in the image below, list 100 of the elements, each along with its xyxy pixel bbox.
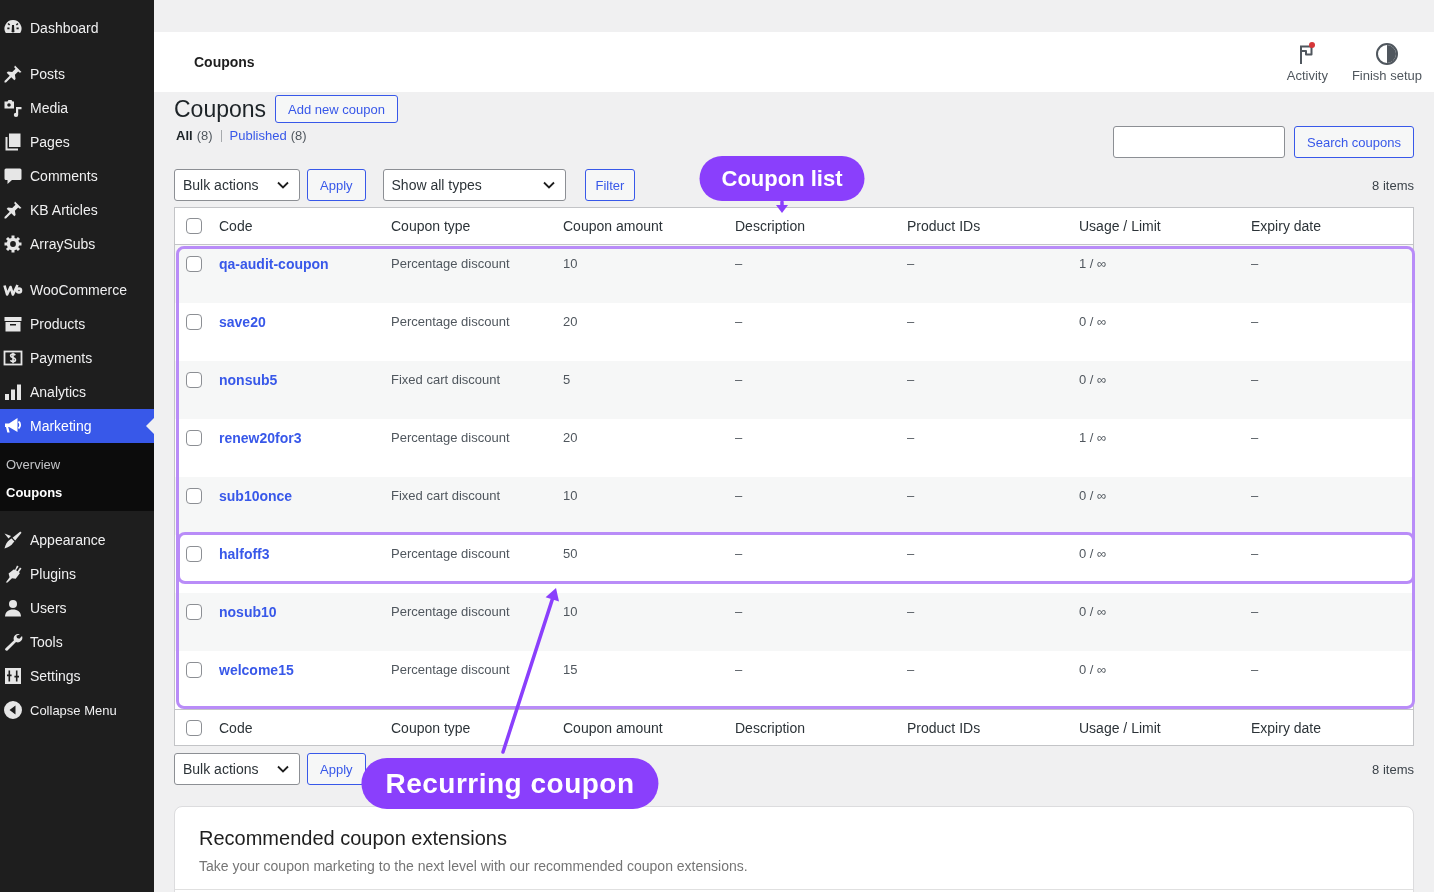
add-new-coupon-button[interactable]: Add new coupon bbox=[275, 95, 398, 123]
view-filter-link[interactable]: All bbox=[176, 127, 193, 145]
select-all-checkbox[interactable] bbox=[186, 719, 202, 736]
callout-arrow bbox=[776, 200, 788, 213]
row-checkbox[interactable] bbox=[186, 256, 202, 272]
half-circle-icon bbox=[1374, 41, 1399, 66]
row-checkbox[interactable] bbox=[186, 314, 202, 330]
table-cell: 1 / ∞ bbox=[1079, 255, 1107, 273]
table-cell: – bbox=[1251, 255, 1259, 273]
speech-bubble-icon bbox=[3, 166, 23, 186]
collapse-arrow-icon bbox=[3, 700, 23, 720]
sidebar-item[interactable]: Products bbox=[0, 307, 154, 341]
sidebar-item[interactable]: Settings bbox=[0, 659, 154, 693]
sidebar-item[interactable]: Dashboard bbox=[0, 11, 154, 45]
table-cell: – bbox=[735, 255, 743, 273]
row-checkbox[interactable] bbox=[186, 488, 202, 504]
sidebar-item[interactable]: WooCommerce bbox=[0, 273, 154, 307]
column-header: Coupon type bbox=[391, 719, 471, 736]
sidebar-item[interactable]: Marketing bbox=[0, 409, 154, 443]
coupon-code-link[interactable]: qa-audit-coupon bbox=[219, 256, 329, 272]
sidebar-item[interactable]: Comments bbox=[0, 159, 154, 193]
sidebar-item[interactable]: Posts bbox=[0, 57, 154, 91]
row-checkbox[interactable] bbox=[186, 662, 202, 678]
table-cell: 0 / ∞ bbox=[1079, 661, 1107, 679]
user-icon bbox=[3, 598, 23, 618]
camera-note-icon bbox=[3, 98, 23, 118]
table-cell: 20 bbox=[563, 429, 578, 447]
header-action-button[interactable]: Activity bbox=[1286, 41, 1328, 83]
table-cell: 5 bbox=[563, 371, 571, 389]
coupon-code-link[interactable]: sub10once bbox=[219, 488, 293, 504]
table-cell: – bbox=[907, 371, 915, 389]
callout-label: Coupon list bbox=[699, 156, 865, 201]
column-header: Code bbox=[219, 218, 253, 234]
sidebar-item[interactable]: Users bbox=[0, 591, 154, 625]
collapse-menu-button[interactable]: Collapse Menu bbox=[0, 693, 154, 727]
table-cell: – bbox=[907, 487, 915, 505]
row-checkbox[interactable] bbox=[186, 430, 202, 446]
search-field[interactable] bbox=[1113, 126, 1286, 158]
apply-button[interactable]: Apply bbox=[307, 753, 366, 785]
table-cell: 0 / ∞ bbox=[1079, 371, 1107, 389]
pages-icon bbox=[3, 132, 23, 152]
sidebar-item[interactable]: ArraySubs bbox=[0, 227, 154, 261]
sidebar-item[interactable]: Appearance bbox=[0, 523, 154, 557]
sliders-icon bbox=[3, 666, 23, 686]
table-cell: Fixed cart discount bbox=[391, 487, 501, 505]
gear-icon bbox=[3, 234, 23, 254]
callout-label: Recurring coupon bbox=[361, 758, 659, 809]
sidebar-item[interactable]: Pages bbox=[0, 125, 154, 159]
table-cell: – bbox=[1251, 371, 1259, 389]
column-header: Coupon amount bbox=[563, 719, 663, 736]
table-cell: 50 bbox=[563, 545, 578, 563]
card-description: Take your coupon marketing to the next level with our recommended coupon extensions. bbox=[199, 857, 749, 875]
apply-button[interactable]: Apply bbox=[307, 169, 366, 201]
bulk-actions-select[interactable]: Bulk actions bbox=[174, 169, 300, 201]
table-cell: – bbox=[907, 545, 915, 563]
bulk-actions-select[interactable]: Bulk actions bbox=[174, 753, 300, 785]
table-cell: – bbox=[907, 603, 915, 621]
row-checkbox[interactable] bbox=[186, 604, 202, 620]
table-cell: 0 / ∞ bbox=[1079, 313, 1107, 331]
table-cell: – bbox=[1251, 313, 1259, 331]
row-checkbox[interactable] bbox=[186, 546, 202, 562]
coupon-code-link[interactable]: nosub10 bbox=[219, 604, 277, 620]
header-action-button[interactable]: Finish setup bbox=[1351, 41, 1422, 83]
coupon-code-link[interactable]: save20 bbox=[219, 314, 266, 330]
sidebar-item[interactable]: Plugins bbox=[0, 557, 154, 591]
coupon-code-link[interactable]: renew20for3 bbox=[219, 430, 302, 446]
filter-button[interactable]: Filter bbox=[584, 169, 636, 201]
coupon-code-link[interactable]: halfoff3 bbox=[219, 546, 270, 562]
select-all-checkbox[interactable] bbox=[186, 218, 202, 234]
submenu-item[interactable]: Coupons bbox=[0, 478, 154, 506]
table-cell: Fixed cart discount bbox=[391, 371, 501, 389]
table-cell: – bbox=[735, 371, 743, 389]
sidebar-item[interactable]: Payments bbox=[0, 341, 154, 375]
table-cell: 0 / ∞ bbox=[1079, 487, 1107, 505]
table-cell: – bbox=[907, 255, 915, 273]
table-cell: Percentage discount bbox=[391, 603, 510, 621]
column-header: Code bbox=[219, 719, 253, 736]
column-header: Expiry date bbox=[1251, 218, 1322, 234]
pushpin-icon bbox=[3, 64, 23, 84]
sidebar-item[interactable]: KB Articles bbox=[0, 193, 154, 227]
coupon-code-link[interactable]: welcome15 bbox=[219, 662, 294, 678]
column-header: Product IDs bbox=[907, 719, 981, 736]
coupon-type-select[interactable]: Show all types bbox=[382, 169, 566, 201]
table-cell: 10 bbox=[563, 603, 578, 621]
sidebar-item[interactable]: Media bbox=[0, 91, 154, 125]
table-cell: 1 / ∞ bbox=[1079, 429, 1107, 447]
paintbrush-icon bbox=[3, 530, 23, 550]
sidebar-item[interactable]: Analytics bbox=[0, 375, 154, 409]
page-heading: Coupons bbox=[174, 95, 267, 124]
search-coupons-button[interactable]: Search coupons bbox=[1294, 126, 1414, 158]
submenu-item[interactable]: Overview bbox=[0, 450, 154, 478]
table-cell: 10 bbox=[563, 487, 578, 505]
menu-pointer-icon bbox=[146, 418, 154, 434]
column-header: Description bbox=[735, 719, 806, 736]
column-header: Product IDs bbox=[907, 218, 981, 234]
coupon-code-link[interactable]: nonsub5 bbox=[219, 372, 278, 388]
sidebar-item[interactable]: Tools bbox=[0, 625, 154, 659]
dollar-box-icon bbox=[3, 348, 23, 368]
view-filter-link[interactable]: Published bbox=[229, 127, 287, 145]
row-checkbox[interactable] bbox=[186, 372, 202, 388]
